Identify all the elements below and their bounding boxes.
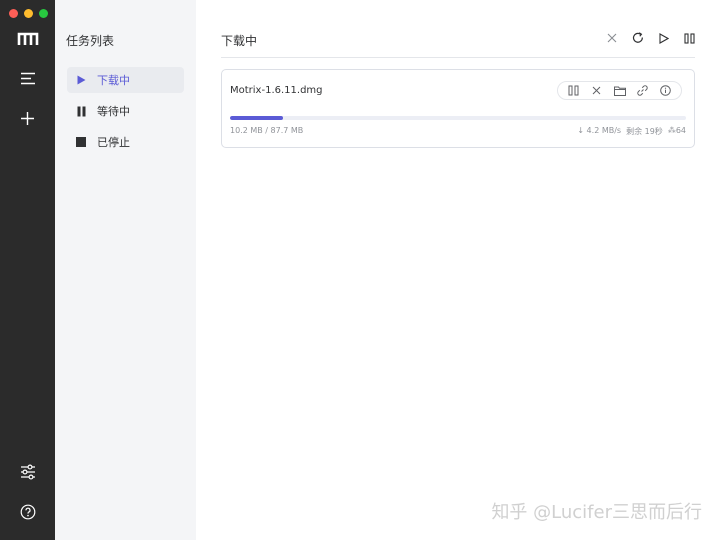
resume-all-button[interactable]: [657, 31, 670, 45]
play-icon: [71, 75, 91, 85]
download-progress-fill: [230, 116, 284, 120]
add-task-button[interactable]: [0, 103, 55, 133]
task-actions: [557, 81, 682, 100]
pause-icon: [684, 32, 695, 44]
link-icon: [637, 85, 648, 96]
sliders-icon: [20, 464, 35, 480]
sidebar-item-stopped[interactable]: 已停止: [67, 129, 184, 155]
info-icon: [660, 85, 671, 96]
download-progress-bar: [230, 116, 686, 120]
minimize-window-button[interactable]: [24, 9, 33, 18]
task-size: 10.2 MB / 87.7 MB: [230, 126, 304, 135]
watermark-text: 知乎 @Lucifer三思而后行: [491, 502, 702, 523]
help-circle-icon: [20, 504, 35, 520]
preferences-button[interactable]: [0, 457, 55, 487]
download-task-card[interactable]: Motrix-1.6.11.dmg 10.2 MB / 87.7 MB ↓ 4.…: [221, 69, 695, 148]
motrix-logo-icon[interactable]: [0, 24, 55, 54]
task-sidebar: 任务列表 下载中 等待中 已停止: [55, 0, 196, 540]
help-button[interactable]: [0, 497, 55, 527]
copy-link-button[interactable]: [636, 84, 650, 98]
clear-button[interactable]: [605, 31, 618, 45]
title-divider: [221, 57, 695, 58]
sidebar-item-label: 已停止: [97, 136, 130, 149]
folder-icon: [613, 86, 626, 96]
sidebar-item-label: 下载中: [97, 74, 130, 87]
main-panel: 下载中 Motrix-1.6.11.dmg 10.2 MB / 87.7 MB …: [196, 0, 720, 540]
delete-task-button[interactable]: [590, 84, 604, 98]
page-title: 下载中: [221, 34, 258, 48]
remaining-time: 剩余 19秒: [626, 127, 663, 136]
pause-all-button[interactable]: [683, 31, 696, 45]
toolbar: [605, 31, 696, 45]
pause-icon: [568, 85, 579, 96]
refresh-icon: [632, 32, 643, 43]
show-in-folder-button[interactable]: [613, 84, 627, 98]
close-icon: [592, 86, 601, 95]
zoom-window-button[interactable]: [39, 9, 48, 18]
close-window-button[interactable]: [9, 9, 18, 18]
play-icon: [658, 32, 669, 44]
pause-task-button[interactable]: [567, 84, 581, 98]
download-speed: ↓ 4.2 MB/s: [577, 126, 622, 135]
sidebar-item-label: 等待中: [97, 105, 130, 118]
stop-icon: [71, 137, 91, 147]
window-controls: [9, 9, 48, 18]
task-info-button[interactable]: [659, 84, 673, 98]
close-icon: [607, 33, 616, 43]
app-rail: [0, 0, 55, 540]
sidebar-item-downloading[interactable]: 下载中: [67, 67, 184, 93]
task-stats: ↓ 4.2 MB/s 剩余 19秒 ⁂64: [577, 126, 686, 137]
menu-icon[interactable]: [0, 63, 55, 93]
task-filename: Motrix-1.6.11.dmg: [230, 85, 323, 96]
connections-count: ⁂64: [667, 126, 686, 135]
pause-icon: [71, 106, 91, 117]
refresh-button[interactable]: [631, 31, 644, 45]
sidebar-item-waiting[interactable]: 等待中: [67, 98, 184, 124]
sidebar-title: 任务列表: [66, 34, 115, 48]
plus-icon: [21, 111, 34, 125]
